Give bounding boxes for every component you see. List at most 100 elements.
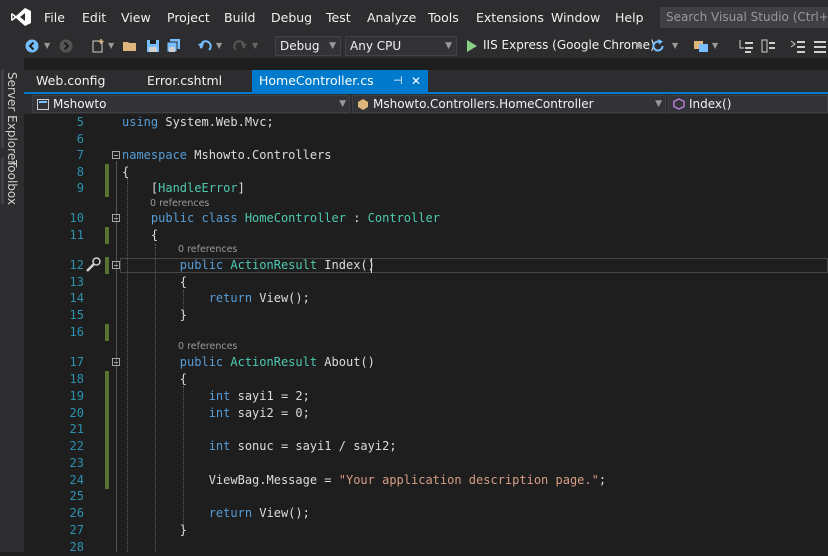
solution-platform-select[interactable]: Any CPU ▼ bbox=[345, 36, 457, 56]
uncomment-lines-icon[interactable] bbox=[812, 38, 828, 54]
standard-toolbar: ▼ ▼ ▼ ▼ Debug ▼ Any CPU ▼ IIS Express (Goo… bbox=[0, 34, 828, 58]
browser-link-dropdown-icon[interactable]: ▼ bbox=[712, 41, 718, 57]
collapse-icon[interactable] bbox=[112, 214, 120, 222]
line-number: 8 bbox=[76, 165, 84, 179]
refresh-icon[interactable] bbox=[650, 38, 666, 54]
code-line[interactable]: 6 bbox=[32, 131, 828, 148]
redo-dropdown-icon[interactable]: ▼ bbox=[252, 41, 258, 57]
browser-link-icon[interactable] bbox=[693, 38, 709, 54]
code-line[interactable]: 26 return View(); bbox=[32, 505, 828, 522]
code-line[interactable]: 16 bbox=[32, 324, 828, 341]
type-dropdown[interactable]: Mshowto.Controllers.HomeController ▼ bbox=[352, 95, 666, 113]
toolbox-tab[interactable]: Toolbox bbox=[5, 160, 19, 205]
collapse-icon[interactable] bbox=[112, 261, 120, 269]
code-line[interactable]: 14 return View(); bbox=[32, 290, 828, 307]
tool-window-strip: Server Explorer Toolbox bbox=[0, 58, 24, 552]
forward-icon[interactable] bbox=[58, 38, 74, 54]
codelens-references[interactable]: 0 references bbox=[178, 244, 237, 256]
menu-tools[interactable]: Tools bbox=[428, 10, 459, 25]
change-bar bbox=[105, 438, 109, 455]
save-all-icon[interactable] bbox=[166, 38, 182, 54]
code-line[interactable]: 23 bbox=[32, 455, 828, 472]
visual-studio-logo-icon[interactable] bbox=[10, 7, 32, 27]
code-line[interactable]: 7 namespace Mshowto.Controllers bbox=[32, 147, 828, 164]
back-dropdown-icon[interactable]: ▼ bbox=[44, 41, 50, 57]
project-dropdown[interactable]: Mshowto ▼ bbox=[32, 95, 350, 113]
code-text: { bbox=[122, 165, 130, 179]
menu-help[interactable]: Help bbox=[615, 10, 644, 25]
undo-dropdown-icon[interactable]: ▼ bbox=[216, 41, 222, 57]
menu-extensions[interactable]: Extensions bbox=[476, 10, 544, 25]
code-line[interactable]: 25 bbox=[32, 488, 828, 505]
line-number: 12 bbox=[69, 258, 84, 272]
code-line[interactable]: 24 ViewBag.Message = "Your application d… bbox=[32, 472, 828, 489]
open-folder-icon[interactable] bbox=[122, 38, 138, 54]
tab-homecontroller[interactable]: HomeController.cs ⊣ ✕ bbox=[252, 70, 428, 92]
menu-window[interactable]: Window bbox=[551, 10, 600, 25]
menu-debug[interactable]: Debug bbox=[271, 10, 312, 25]
run-target-label[interactable]: IIS Express (Google Chrome) bbox=[483, 38, 655, 54]
solution-config-select[interactable]: Debug ▼ bbox=[275, 36, 341, 56]
save-icon[interactable] bbox=[145, 38, 161, 54]
code-line[interactable]: 21 bbox=[32, 421, 828, 438]
line-number: 14 bbox=[69, 291, 84, 305]
tool-tab-marker bbox=[1, 158, 4, 204]
code-line[interactable]: 17 public ActionResult About() bbox=[32, 354, 828, 371]
code-line[interactable]: 27 } bbox=[32, 522, 828, 539]
new-item-dropdown-icon[interactable]: ▼ bbox=[108, 41, 114, 57]
code-text: return View(); bbox=[122, 291, 310, 305]
tab-web-config[interactable]: Web.config bbox=[36, 70, 105, 92]
member-dropdown[interactable]: Index() bbox=[668, 95, 828, 113]
code-line[interactable]: 19 int sayi1 = 2; bbox=[32, 388, 828, 405]
menu-file[interactable]: File bbox=[44, 10, 65, 25]
server-explorer-tab[interactable]: Server Explorer bbox=[5, 72, 19, 165]
new-item-icon[interactable] bbox=[90, 38, 106, 54]
code-text: { bbox=[122, 372, 188, 386]
line-number: 16 bbox=[69, 325, 84, 339]
step-over-icon[interactable] bbox=[760, 38, 776, 54]
solution-config-value: Debug bbox=[280, 39, 320, 53]
code-text: public class HomeController : Controller bbox=[122, 211, 440, 225]
code-line[interactable]: 20 int sayi2 = 0; bbox=[32, 405, 828, 422]
collapse-icon[interactable] bbox=[112, 358, 120, 366]
codelens-references[interactable]: 0 references bbox=[150, 198, 209, 210]
code-editor[interactable]: 5 using System.Web.Mvc; 6 7 namespace Mshowt… bbox=[32, 114, 828, 554]
code-line[interactable]: 15 } bbox=[32, 307, 828, 324]
pin-icon[interactable]: ⊣ bbox=[393, 70, 403, 92]
comment-lines-icon[interactable] bbox=[790, 38, 806, 54]
code-line[interactable]: 18 { bbox=[32, 371, 828, 388]
code-text: } bbox=[122, 523, 188, 537]
close-icon[interactable]: ✕ bbox=[411, 70, 421, 92]
code-line[interactable]: 10 public class HomeController : Control… bbox=[32, 210, 828, 227]
codelens-references[interactable]: 0 references bbox=[178, 341, 237, 353]
redo-icon[interactable] bbox=[232, 38, 248, 54]
code-line[interactable]: 5 using System.Web.Mvc; bbox=[32, 114, 828, 131]
change-bar bbox=[105, 180, 109, 197]
search-box[interactable]: Search Visual Studio (Ctrl+Q) bbox=[660, 7, 828, 28]
line-number: 13 bbox=[69, 275, 84, 289]
start-debugging-icon[interactable] bbox=[466, 38, 478, 54]
code-line[interactable]: 28 bbox=[32, 539, 828, 556]
back-icon[interactable] bbox=[24, 38, 40, 54]
menu-test[interactable]: Test bbox=[326, 10, 351, 25]
collapse-icon[interactable] bbox=[112, 151, 120, 159]
menu-analyze[interactable]: Analyze bbox=[367, 10, 416, 25]
member-name: Index() bbox=[689, 97, 732, 111]
run-target-dropdown-icon[interactable]: ▼ bbox=[636, 41, 642, 57]
code-line[interactable]: 11 { bbox=[32, 227, 828, 244]
tab-error-cshtml[interactable]: Error.cshtml bbox=[147, 70, 222, 92]
step-into-icon[interactable] bbox=[738, 38, 754, 54]
code-line[interactable]: 8{ bbox=[32, 164, 828, 181]
menu-view[interactable]: View bbox=[121, 10, 151, 25]
change-bar bbox=[105, 405, 109, 422]
undo-icon[interactable] bbox=[197, 38, 213, 54]
refresh-dropdown-icon[interactable]: ▼ bbox=[672, 41, 678, 57]
menu-edit[interactable]: Edit bbox=[82, 10, 106, 25]
line-number: 22 bbox=[69, 439, 84, 453]
code-line[interactable]: 13 { bbox=[32, 274, 828, 291]
code-line[interactable]: 22 int sonuc = sayi1 / sayi2; bbox=[32, 438, 828, 455]
line-number: 19 bbox=[69, 389, 84, 403]
menu-build[interactable]: Build bbox=[224, 10, 255, 25]
code-line[interactable]: 9 [HandleError] bbox=[32, 180, 828, 197]
menu-project[interactable]: Project bbox=[167, 10, 210, 25]
